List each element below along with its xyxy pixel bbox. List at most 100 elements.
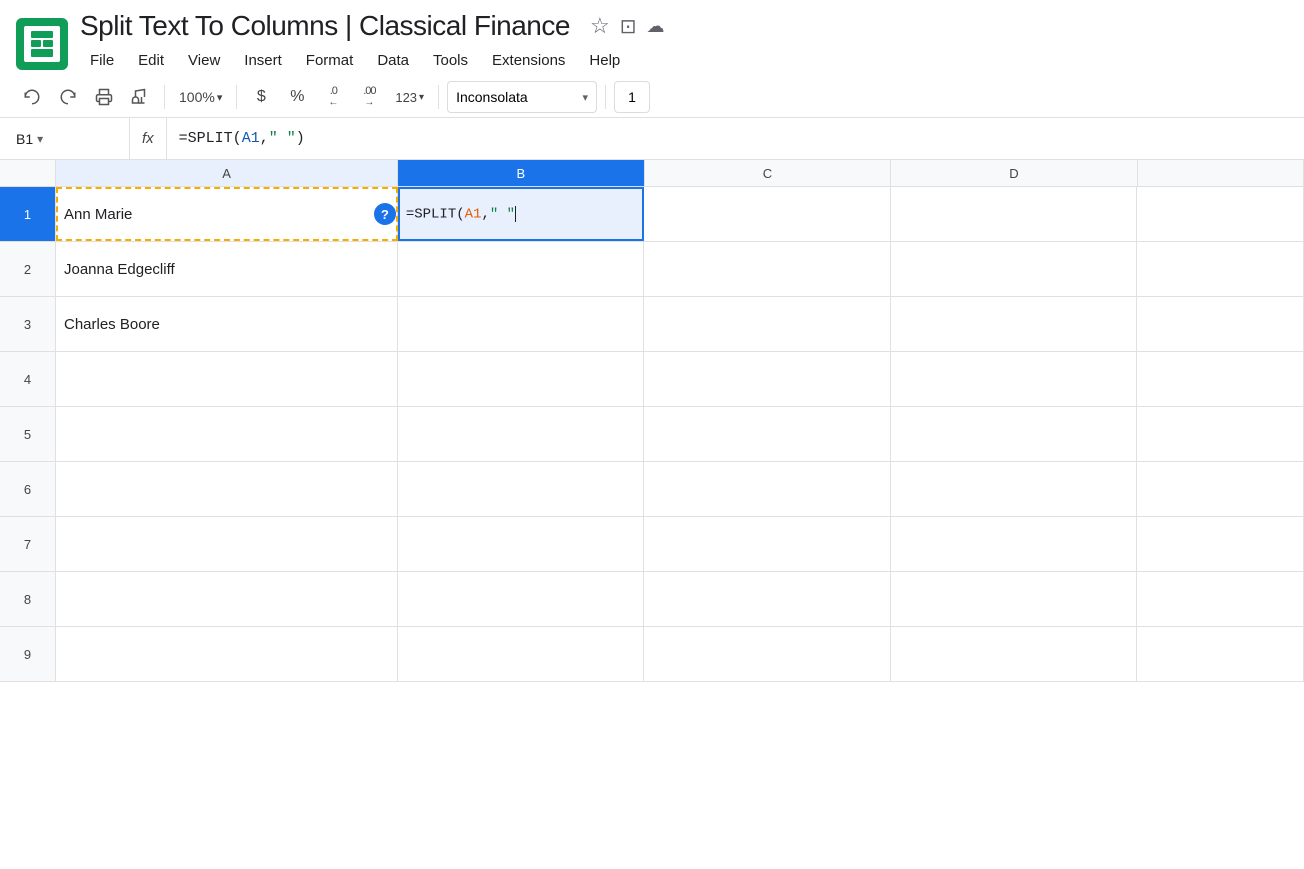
row-num-7[interactable]: 7: [0, 517, 56, 571]
cell-a8[interactable]: [56, 572, 398, 626]
row-num-9[interactable]: 9: [0, 627, 56, 681]
col-header-e[interactable]: [1138, 160, 1304, 186]
cell-b9[interactable]: [398, 627, 645, 681]
menu-data[interactable]: Data: [367, 48, 419, 73]
title-icons: ☆ ⊡ ☁: [590, 13, 665, 39]
currency-button[interactable]: $: [245, 81, 277, 113]
menu-extensions[interactable]: Extensions: [482, 48, 575, 73]
cell-c5[interactable]: [644, 407, 891, 461]
cell-e6[interactable]: [1137, 462, 1304, 516]
decimal-dec-label: .0: [330, 86, 337, 97]
cell-b2[interactable]: [398, 242, 645, 296]
cell-d1[interactable]: [891, 187, 1138, 241]
cell-d8[interactable]: [891, 572, 1138, 626]
cell-a3[interactable]: Charles Boore: [56, 297, 398, 351]
cell-a1[interactable]: Ann Marie: [56, 187, 398, 241]
menu-edit[interactable]: Edit: [128, 48, 174, 73]
cell-b5[interactable]: [398, 407, 645, 461]
cell-d3[interactable]: [891, 297, 1138, 351]
menu-tools[interactable]: Tools: [423, 48, 478, 73]
decimal-decrease-button[interactable]: .0 ←: [317, 81, 349, 113]
help-icon[interactable]: ?: [374, 203, 396, 225]
cell-reference-box[interactable]: B1 ▾: [0, 118, 130, 159]
cell-e7[interactable]: [1137, 517, 1304, 571]
app-logo[interactable]: [16, 18, 68, 70]
row-num-4[interactable]: 4: [0, 352, 56, 406]
font-size-input[interactable]: 1: [614, 81, 650, 113]
cell-d2[interactable]: [891, 242, 1138, 296]
cell-d7[interactable]: [891, 517, 1138, 571]
cell-c7[interactable]: [644, 517, 891, 571]
menu-format[interactable]: Format: [296, 48, 364, 73]
row-num-3[interactable]: 3: [0, 297, 56, 351]
row-num-2[interactable]: 2: [0, 242, 56, 296]
folder-move-icon[interactable]: ⊡: [620, 14, 637, 39]
cell-a9[interactable]: [56, 627, 398, 681]
percent-button[interactable]: %: [281, 81, 313, 113]
cell-a2[interactable]: Joanna Edgecliff: [56, 242, 398, 296]
row-num-5[interactable]: 5: [0, 407, 56, 461]
menu-file[interactable]: File: [80, 48, 124, 73]
cell-c2[interactable]: [644, 242, 891, 296]
cell-d6[interactable]: [891, 462, 1138, 516]
toolbar: 100% ▾ $ % .0 ← .00 → 123 ▾ Inconsolata …: [0, 77, 1304, 118]
decimal-inc-label: .00: [363, 86, 375, 97]
cell-e3[interactable]: [1137, 297, 1304, 351]
col-header-c[interactable]: C: [645, 160, 892, 186]
cell-c6[interactable]: [644, 462, 891, 516]
formula-ref: A1: [465, 206, 482, 222]
cell-a7[interactable]: [56, 517, 398, 571]
col-header-a[interactable]: A: [56, 160, 398, 186]
cell-ref-dropdown[interactable]: ▾: [37, 132, 43, 146]
row-num-8[interactable]: 8: [0, 572, 56, 626]
cell-c1[interactable]: [644, 187, 891, 241]
cell-a4[interactable]: [56, 352, 398, 406]
cell-c9[interactable]: [644, 627, 891, 681]
row-num-6[interactable]: 6: [0, 462, 56, 516]
table-row: 7: [0, 517, 1304, 572]
menu-help[interactable]: Help: [579, 48, 630, 73]
cell-ref-value: B1: [16, 131, 33, 147]
paint-format-button[interactable]: [124, 81, 156, 113]
cell-d9[interactable]: [891, 627, 1138, 681]
print-button[interactable]: [88, 81, 120, 113]
cell-e1[interactable]: [1137, 187, 1304, 241]
menu-insert[interactable]: Insert: [234, 48, 292, 73]
menu-view[interactable]: View: [178, 48, 230, 73]
col-header-d[interactable]: D: [891, 160, 1138, 186]
table-row: 1 Ann Marie ? =SPLIT(A1," ": [0, 187, 1304, 242]
cell-b3[interactable]: [398, 297, 645, 351]
cloud-icon[interactable]: ☁: [646, 16, 664, 37]
cell-d4[interactable]: [891, 352, 1138, 406]
menu-bar: File Edit View Insert Format Data Tools …: [80, 44, 664, 77]
formula-input[interactable]: =SPLIT(A1," "): [167, 130, 1304, 147]
cell-b7[interactable]: [398, 517, 645, 571]
cell-e2[interactable]: [1137, 242, 1304, 296]
zoom-selector[interactable]: 100% ▾: [173, 85, 228, 109]
decimal-increase-button[interactable]: .00 →: [353, 81, 385, 113]
cell-e8[interactable]: [1137, 572, 1304, 626]
cell-b6[interactable]: [398, 462, 645, 516]
col-header-b[interactable]: B: [398, 160, 645, 186]
cell-b1[interactable]: ? =SPLIT(A1," ": [398, 187, 645, 241]
cell-c3[interactable]: [644, 297, 891, 351]
redo-button[interactable]: [52, 81, 84, 113]
cell-a6[interactable]: [56, 462, 398, 516]
cell-b4[interactable]: [398, 352, 645, 406]
format-type-button[interactable]: 123 ▾: [389, 81, 430, 113]
formula-cell-ref: A1: [242, 130, 260, 147]
cell-d5[interactable]: [891, 407, 1138, 461]
cell-b8[interactable]: [398, 572, 645, 626]
undo-button[interactable]: [16, 81, 48, 113]
star-icon[interactable]: ☆: [590, 13, 610, 39]
cell-e9[interactable]: [1137, 627, 1304, 681]
table-row: 6: [0, 462, 1304, 517]
row-num-1[interactable]: 1: [0, 187, 56, 241]
cell-a5[interactable]: [56, 407, 398, 461]
format-type-label: 123: [395, 90, 417, 105]
cell-e5[interactable]: [1137, 407, 1304, 461]
cell-c8[interactable]: [644, 572, 891, 626]
font-selector[interactable]: Inconsolata ▾: [447, 81, 597, 113]
cell-e4[interactable]: [1137, 352, 1304, 406]
cell-c4[interactable]: [644, 352, 891, 406]
